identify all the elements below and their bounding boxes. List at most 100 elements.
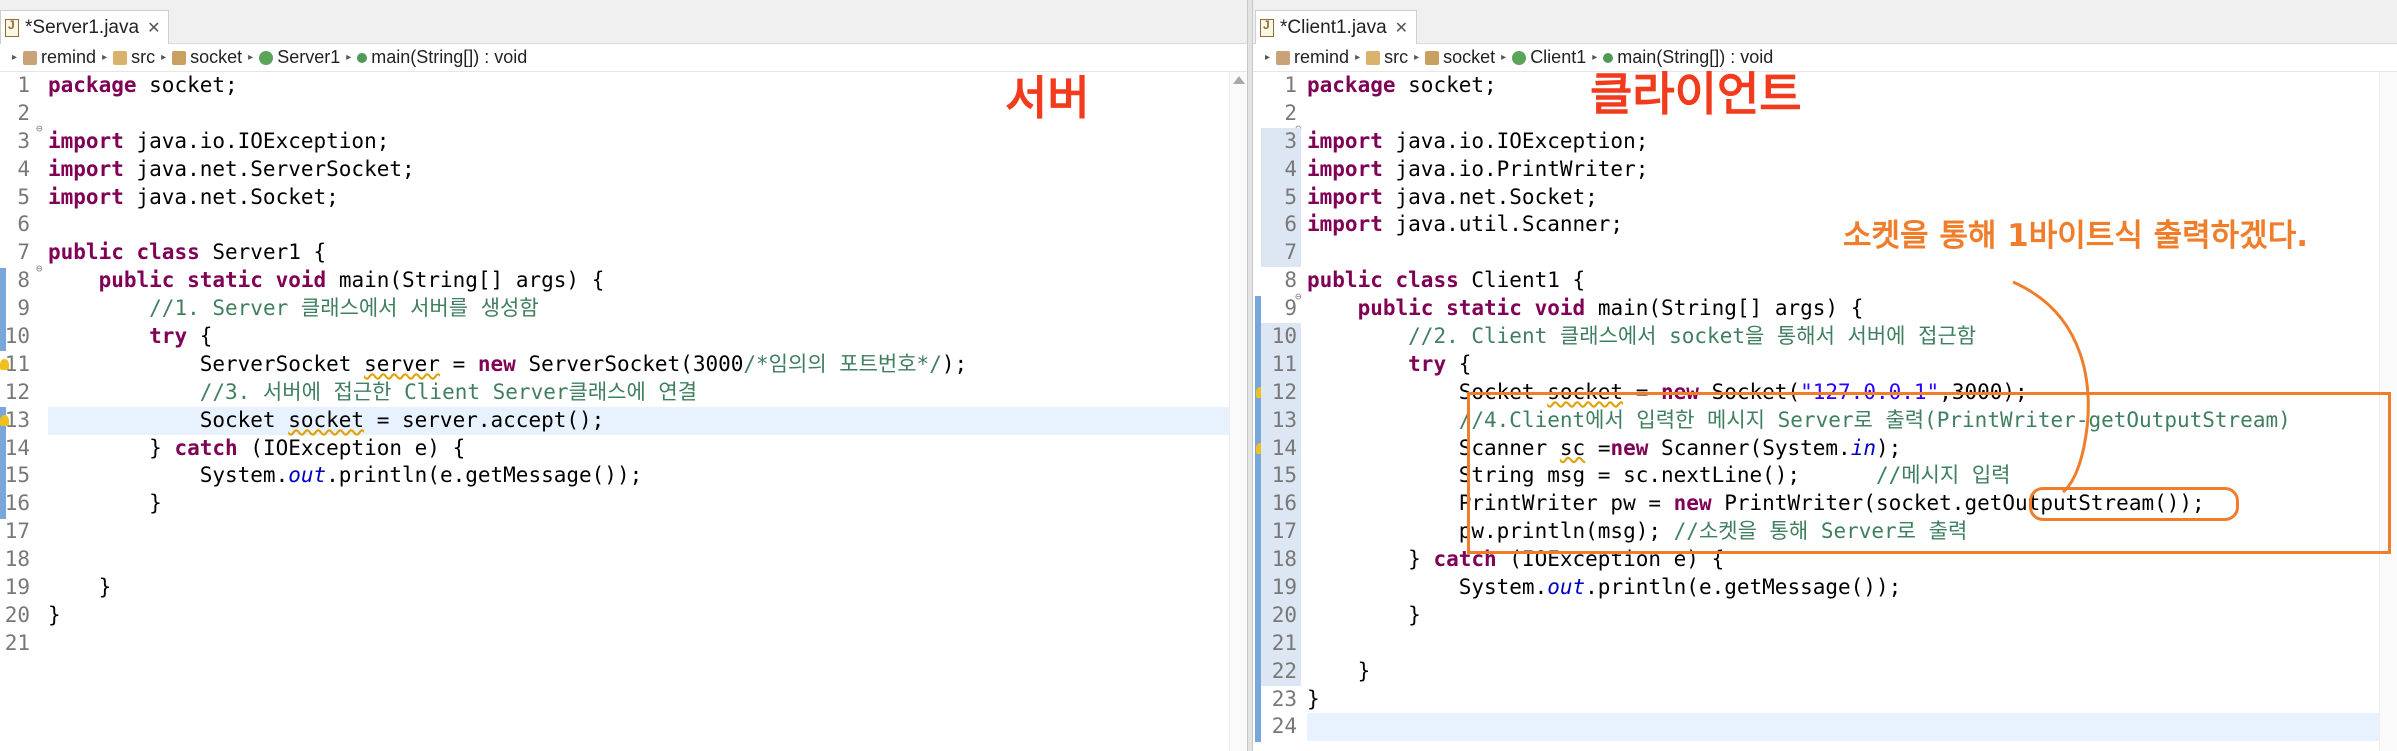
output-note-annotation: 소켓을 통해 1바이트식 출력하겠다. — [1843, 218, 2309, 254]
code-token: socket; — [136, 73, 238, 97]
code-token: } — [48, 575, 112, 600]
breadcrumb-method[interactable]: main(String[]) : void — [357, 47, 527, 68]
code-line[interactable]: Socket socket = server.accept(); — [48, 406, 1229, 435]
breadcrumb-label: Client1 — [1530, 47, 1587, 67]
code-editor[interactable]: ⊖ ⊖ 1 2 3 4 5 6 7 8 9 10 11 12 13 14 15 … — [0, 72, 1247, 751]
line-number: 10 — [1261, 323, 1301, 351]
chevron-right-icon: ▸ — [1501, 52, 1507, 63]
code-line[interactable]: } — [1307, 602, 2379, 630]
line-number: 13 — [4, 407, 30, 432]
code-line[interactable]: System.out.println(e.getMessage()); — [48, 462, 1229, 490]
code-token: static — [187, 268, 263, 293]
code-token: .println(e.getMessage()); — [326, 463, 643, 488]
line-number: 8 — [1284, 268, 1297, 293]
breadcrumb-project[interactable]: remind — [23, 47, 96, 68]
breadcrumb-src[interactable]: src — [113, 47, 155, 68]
code-token: package — [48, 73, 137, 97]
code-line[interactable]: import java.io.IOException; — [48, 128, 1229, 156]
java-file-icon — [5, 18, 19, 37]
highlight-box — [1467, 392, 2391, 554]
class-icon — [1512, 50, 1527, 65]
code-line[interactable]: package socket; — [1307, 72, 2379, 100]
code-token: static — [1446, 296, 1522, 321]
line-number: 13 — [1261, 406, 1301, 435]
breadcrumb-class[interactable]: Server1 — [259, 47, 340, 68]
code-line[interactable] — [48, 518, 1229, 546]
code-line[interactable]: public static void main(String[] args) { — [48, 267, 1229, 295]
tab-client1-java[interactable]: *Client1.java ✕ — [1255, 10, 1418, 44]
code-text[interactable]: package socket; import java.io.IOExcepti… — [48, 72, 1229, 658]
line-number: 3 — [17, 128, 30, 153]
code-token: /*임의의 포트번호*/ — [743, 351, 942, 376]
line-number: 2 — [17, 100, 30, 125]
line-number: 14 — [1261, 434, 1301, 463]
code-token: ServerSocket — [48, 351, 365, 376]
code-line[interactable]: import java.net.ServerSocket; — [48, 156, 1229, 184]
line-number: 17 — [1261, 518, 1301, 547]
tab-server1-java[interactable]: *Server1.java ✕ — [0, 10, 170, 44]
code-line[interactable]: import java.io.PrintWriter; — [1307, 156, 2379, 184]
code-token: import — [1307, 128, 1383, 153]
method-icon — [357, 52, 368, 63]
code-line[interactable]: } — [48, 490, 1229, 518]
code-line[interactable] — [48, 630, 1229, 658]
line-number: 12 — [4, 379, 30, 404]
code-token: //2. Client 클래스에서 socket을 통해서 서버에 접근함 — [1408, 324, 1977, 349]
code-token: } — [1307, 658, 1371, 683]
code-line[interactable] — [1307, 630, 2379, 658]
code-line[interactable]: } — [1307, 686, 2379, 714]
breadcrumb-class[interactable]: Client1 — [1512, 47, 1586, 68]
code-token: { — [187, 324, 213, 349]
line-number: 20 — [4, 602, 30, 627]
code-line[interactable]: ServerSocket server = new ServerSocket(3… — [48, 351, 1229, 379]
line-number: 9 — [1284, 296, 1297, 321]
code-line[interactable]: public static void main(String[] args) { — [1307, 295, 2379, 323]
code-token: (IOException e) { — [237, 435, 466, 460]
code-token: java.io.PrintWriter; — [1382, 156, 1649, 181]
code-line[interactable]: //3. 서버에 접근한 Client Server클래스에 연결 — [48, 379, 1229, 407]
code-line[interactable]: try { — [1307, 351, 2379, 379]
code-line[interactable]: } catch (IOException e) { — [48, 435, 1229, 463]
code-line[interactable]: try { — [48, 323, 1229, 351]
code-line[interactable]: import java.io.IOException; — [1307, 128, 2379, 156]
code-token: main(String[] args) { — [1585, 296, 1864, 321]
code-line[interactable]: } — [1307, 658, 2379, 686]
annotation-arrow-path — [2012, 280, 2090, 494]
code-line[interactable] — [48, 546, 1229, 574]
code-line[interactable]: import java.net.Socket; — [48, 184, 1229, 212]
code-line[interactable]: public class Client1 { — [1307, 267, 2379, 295]
source-folder-icon — [1366, 50, 1381, 65]
breadcrumb-package[interactable]: socket — [1425, 47, 1495, 68]
code-line[interactable]: } — [48, 602, 1229, 630]
scroll-up-arrow-icon[interactable] — [1233, 76, 1245, 84]
code-token: main(String[] args) { — [326, 268, 605, 293]
fold-toggle-icon[interactable]: ⊖ — [36, 262, 43, 275]
client-editor-pane: *Client1.java ✕ ▸ remind ▸ src ▸ socket … — [1253, 0, 2397, 751]
code-line[interactable]: //2. Client 클래스에서 socket을 통해서 서버에 접근함 — [1307, 323, 2379, 351]
breadcrumb: ▸ remind ▸ src ▸ socket ▸ Client1 ▸ main… — [1253, 44, 2397, 72]
code-line[interactable] — [1307, 713, 2379, 742]
code-line[interactable] — [48, 211, 1229, 239]
code-line[interactable]: //1. Server 클래스에서 서버를 생성함 — [48, 295, 1229, 323]
close-icon[interactable]: ✕ — [1395, 18, 1408, 38]
breadcrumb-src[interactable]: src — [1366, 47, 1408, 68]
code-line[interactable] — [1307, 100, 2379, 128]
line-number: 24 — [1271, 714, 1297, 739]
breadcrumb-project[interactable]: remind — [1276, 47, 1349, 68]
code-line[interactable]: } — [48, 574, 1229, 602]
code-line[interactable]: import java.net.Socket; — [1307, 184, 2379, 212]
breadcrumb-package[interactable]: socket — [172, 47, 242, 68]
code-token: Client1 { — [1458, 268, 1586, 293]
code-line[interactable]: public class Server1 { — [48, 239, 1229, 267]
close-icon[interactable]: ✕ — [147, 18, 160, 38]
fold-toggle-icon[interactable]: ⊖ — [36, 122, 43, 135]
vertical-scrollbar[interactable] — [1229, 72, 1247, 751]
code-line[interactable]: System.out.println(e.getMessage()); — [1307, 574, 2379, 602]
line-number: 6 — [1261, 211, 1301, 240]
code-token: //1. Server 클래스에서 서버를 생성함 — [149, 296, 539, 321]
